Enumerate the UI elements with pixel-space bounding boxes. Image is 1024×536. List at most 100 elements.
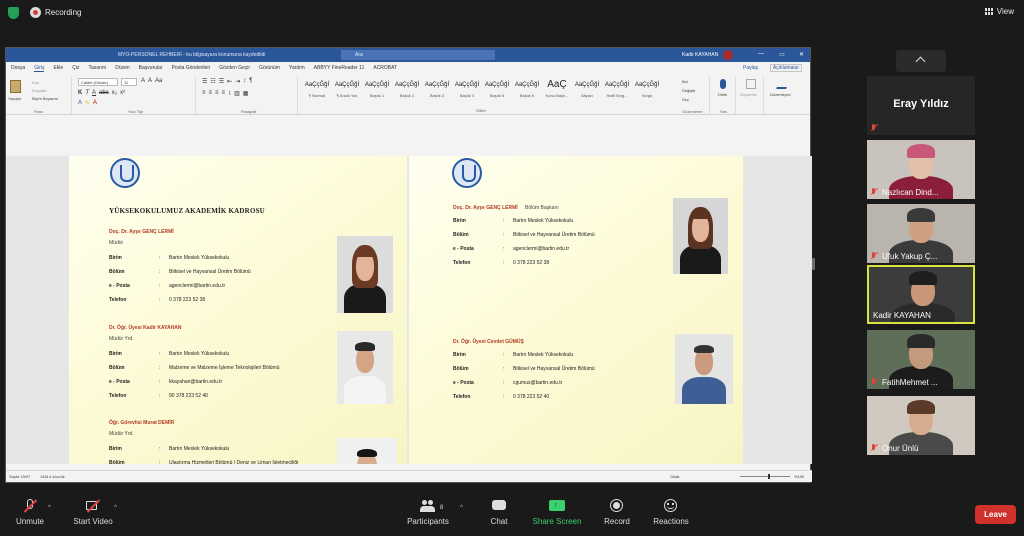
sensitivity-button[interactable]: Duyarlılık <box>740 92 757 97</box>
participants-options-caret[interactable]: ^ <box>460 505 463 511</box>
style-item[interactable]: AaÇçĞğİ Vurgu <box>632 77 662 107</box>
highlight-icon[interactable]: ✎ <box>85 100 90 107</box>
share-button[interactable]: Paylaş <box>743 65 758 71</box>
justify-icon[interactable]: ≡ <box>222 90 226 97</box>
sensitivity-icon[interactable] <box>746 79 756 89</box>
minimize-icon[interactable]: — <box>758 51 764 57</box>
record-button[interactable]: Record <box>602 491 632 526</box>
audio-options-caret[interactable]: ^ <box>48 505 51 511</box>
underline-icon[interactable]: A <box>92 90 96 96</box>
style-item[interactable]: AaÇçĞğİ Başlık 5 <box>482 77 512 107</box>
leave-button[interactable]: Leave <box>975 505 1016 524</box>
subscript-icon[interactable]: x₂ <box>112 90 117 96</box>
participant-tile[interactable]: FatihMehmet ... <box>867 330 975 389</box>
account-name[interactable]: Kadir KAYAHAN <box>682 52 718 58</box>
paste-icon[interactable] <box>10 80 21 93</box>
tab-5[interactable]: Düzen <box>115 65 129 71</box>
start-video-button[interactable]: Start Video <box>70 491 116 526</box>
style-item[interactable]: AaÇçĞğİ Hafif Vurg... <box>602 77 632 107</box>
editor-icon[interactable] <box>776 79 790 89</box>
font-name-select[interactable]: Calibri (Gövde) <box>78 78 118 86</box>
style-item[interactable]: AaÇ Konu Başlı... <box>542 77 572 107</box>
participant-tile[interactable]: Onur Ünlü <box>867 396 975 455</box>
increase-indent-icon[interactable]: ⇥ <box>235 78 240 85</box>
maximize-icon[interactable]: ▭ <box>779 51 785 58</box>
zoom-slider-thumb[interactable] <box>768 474 770 479</box>
tab-0[interactable]: Dosya <box>11 65 25 71</box>
word-count[interactable]: 14814 sözcük <box>40 474 65 479</box>
style-item[interactable]: AaÇçĞğİ Başlık 6 <box>512 77 542 107</box>
tab-1[interactable]: Giriş <box>34 65 45 72</box>
microphone-icon[interactable] <box>720 79 726 89</box>
focus-button[interactable]: Odak <box>670 474 680 479</box>
select-button[interactable]: Seç <box>682 97 689 102</box>
show-marks-icon[interactable]: ¶ <box>249 78 252 85</box>
tab-11[interactable]: ABBYY FineReader 11 <box>314 65 365 71</box>
tab-9[interactable]: Görünüm <box>259 65 280 71</box>
collapse-panel-button[interactable] <box>896 50 946 72</box>
strikethrough-icon[interactable]: abc <box>99 90 109 96</box>
tab-2[interactable]: Ekle <box>53 65 63 71</box>
style-item[interactable]: AaÇçĞğİ Başlık 2 <box>392 77 422 107</box>
comments-button[interactable]: Açıklamalar <box>769 64 802 72</box>
numbering-icon[interactable]: ☷ <box>210 78 215 85</box>
change-case-icon[interactable]: Aa <box>155 78 162 84</box>
tab-8[interactable]: Gözden Geçir <box>219 65 250 71</box>
font-size-select[interactable]: 11 <box>121 78 137 86</box>
style-item[interactable]: AaÇçĞğİ Başlık 3 <box>422 77 452 107</box>
close-icon[interactable]: ✕ <box>799 51 804 58</box>
share-screen-button[interactable]: ↑ Share Screen <box>531 491 583 526</box>
participant-tile[interactable]: Ufuk Yakup Ç... <box>867 204 975 263</box>
style-item[interactable]: AaÇçĞğİ Altyazı <box>572 77 602 107</box>
align-left-icon[interactable]: ≡ <box>202 90 206 97</box>
zoom-slider[interactable] <box>740 476 790 477</box>
tab-10[interactable]: Yardım <box>289 65 305 71</box>
tab-3[interactable]: Çiz <box>72 65 79 71</box>
participant-tile[interactable]: Kadir KAYAHAN <box>867 265 975 324</box>
avatar[interactable] <box>723 50 733 60</box>
superscript-icon[interactable]: x² <box>120 90 125 96</box>
participants-button[interactable]: Participants <box>405 491 451 526</box>
text-effects-icon[interactable]: A <box>78 100 82 107</box>
style-item[interactable]: AaÇçĞğİ ¶ Aralık Yok <box>332 77 362 107</box>
shrink-font-icon[interactable]: A <box>148 78 152 84</box>
multilevel-list-icon[interactable]: ☰ <box>219 78 224 85</box>
tab-6[interactable]: Başvurular <box>139 65 163 71</box>
replace-button[interactable]: Değiştir <box>682 88 696 93</box>
paste-label[interactable]: Yapıştır <box>8 96 22 101</box>
participant-tile[interactable]: Nazlıcan Dind... <box>867 140 975 199</box>
style-item[interactable]: AaÇçĞğİ ¶ Normal <box>302 77 332 107</box>
shield-icon[interactable] <box>8 7 19 19</box>
video-options-caret[interactable]: ^ <box>114 505 117 511</box>
reactions-button[interactable]: Reactions <box>651 491 691 526</box>
unmute-button[interactable]: Unmute <box>10 491 50 526</box>
borders-icon[interactable]: ▦ <box>243 90 249 97</box>
shading-icon[interactable]: ▥ <box>234 90 240 97</box>
cut-button[interactable]: Kes <box>32 80 39 85</box>
copy-button[interactable]: Kopyala <box>32 88 46 93</box>
italic-icon[interactable]: T <box>85 90 89 96</box>
line-spacing-icon[interactable]: ↨ <box>228 90 231 97</box>
tab-7[interactable]: Posta Gönderileri <box>172 65 211 71</box>
format-painter-button[interactable]: Biçim Boyacısı <box>32 96 58 101</box>
scrollbar[interactable] <box>812 258 815 270</box>
bullets-icon[interactable]: ☰ <box>202 78 207 85</box>
align-right-icon[interactable]: ≡ <box>215 90 219 97</box>
align-center-icon[interactable]: ≡ <box>209 90 213 97</box>
grow-font-icon[interactable]: A <box>141 78 145 84</box>
editor-button[interactable]: Düzenleyici <box>770 92 790 97</box>
zoom-level[interactable]: %100 <box>794 474 804 479</box>
page-count[interactable]: Sayfa 15/97 <box>9 474 30 479</box>
sort-icon[interactable]: ↕ <box>243 78 246 85</box>
view-button[interactable]: View <box>984 7 1014 16</box>
find-button[interactable]: Bul <box>682 79 688 84</box>
dictate-button[interactable]: Dikte <box>718 92 727 97</box>
style-item[interactable]: AaÇçĞğİ Başlık 4 <box>452 77 482 107</box>
font-color-icon[interactable]: A <box>93 100 97 107</box>
bold-icon[interactable]: K <box>78 90 82 96</box>
search-input[interactable]: Ara <box>341 50 495 60</box>
tab-4[interactable]: Tasarım <box>88 65 106 71</box>
chat-button[interactable]: Chat <box>484 491 514 526</box>
decrease-indent-icon[interactable]: ⇤ <box>227 78 232 85</box>
tab-12[interactable]: ACROBAT <box>373 65 397 71</box>
